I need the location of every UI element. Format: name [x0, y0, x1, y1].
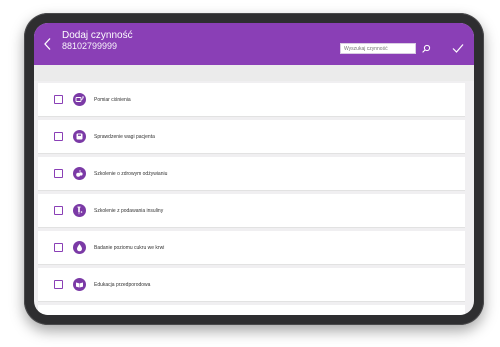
- header-divider-strip: [34, 65, 474, 81]
- activity-label: Szkolenie z podawania insuliny: [94, 208, 164, 214]
- activity-checkbox[interactable]: [54, 95, 63, 104]
- activity-checkbox[interactable]: [54, 169, 63, 178]
- back-button[interactable]: [38, 33, 58, 55]
- list-item[interactable]: Badanie poziomu cukru we krwi: [38, 231, 465, 265]
- education-icon: [73, 278, 86, 291]
- patient-id: 88102799999: [62, 41, 118, 51]
- activity-label: Badanie poziomu cukru we krwi: [94, 245, 165, 251]
- app-header: Dodaj czynność 88102799999: [34, 23, 474, 65]
- list-item[interactable]: Sprawdzenie wagi pacjenta: [38, 120, 465, 154]
- list-item[interactable]: Edukacja przedporodowa: [38, 268, 465, 302]
- scale-icon: [73, 130, 86, 143]
- list-item-partial: [38, 305, 465, 315]
- search-icon: [422, 44, 431, 53]
- blood-drop-icon: [73, 241, 86, 254]
- blood-pressure-icon: [73, 93, 86, 106]
- activity-label: Edukacja przedporodowa: [94, 282, 151, 288]
- app-screen: Dodaj czynność 88102799999 Wyszukaj czyn…: [34, 23, 474, 315]
- insulin-icon: [73, 204, 86, 217]
- chevron-left-icon: [44, 38, 51, 50]
- page-title: Dodaj czynność: [62, 30, 133, 41]
- list-item[interactable]: Szkolenie o zdrowym odżywianiu: [38, 157, 465, 191]
- search-button[interactable]: [420, 42, 432, 54]
- confirm-button[interactable]: [451, 41, 465, 55]
- activity-label: Szkolenie o zdrowym odżywianiu: [94, 171, 168, 177]
- search-input[interactable]: [340, 43, 416, 54]
- list-item[interactable]: Szkolenie z podawania insuliny: [38, 194, 465, 228]
- activity-checkbox[interactable]: [54, 243, 63, 252]
- activity-checkbox[interactable]: [54, 206, 63, 215]
- nutrition-icon: [73, 167, 86, 180]
- list-item[interactable]: Pomiar ciśnienia: [38, 83, 465, 117]
- checkmark-icon: [452, 44, 464, 53]
- header-titles: Dodaj czynność 88102799999: [62, 30, 133, 51]
- activity-checkbox[interactable]: [54, 280, 63, 289]
- tablet-frame: Dodaj czynność 88102799999 Wyszukaj czyn…: [24, 13, 484, 325]
- activity-label: Pomiar ciśnienia: [94, 97, 131, 103]
- activity-checkbox[interactable]: [54, 132, 63, 141]
- activity-label: Sprawdzenie wagi pacjenta: [94, 134, 155, 140]
